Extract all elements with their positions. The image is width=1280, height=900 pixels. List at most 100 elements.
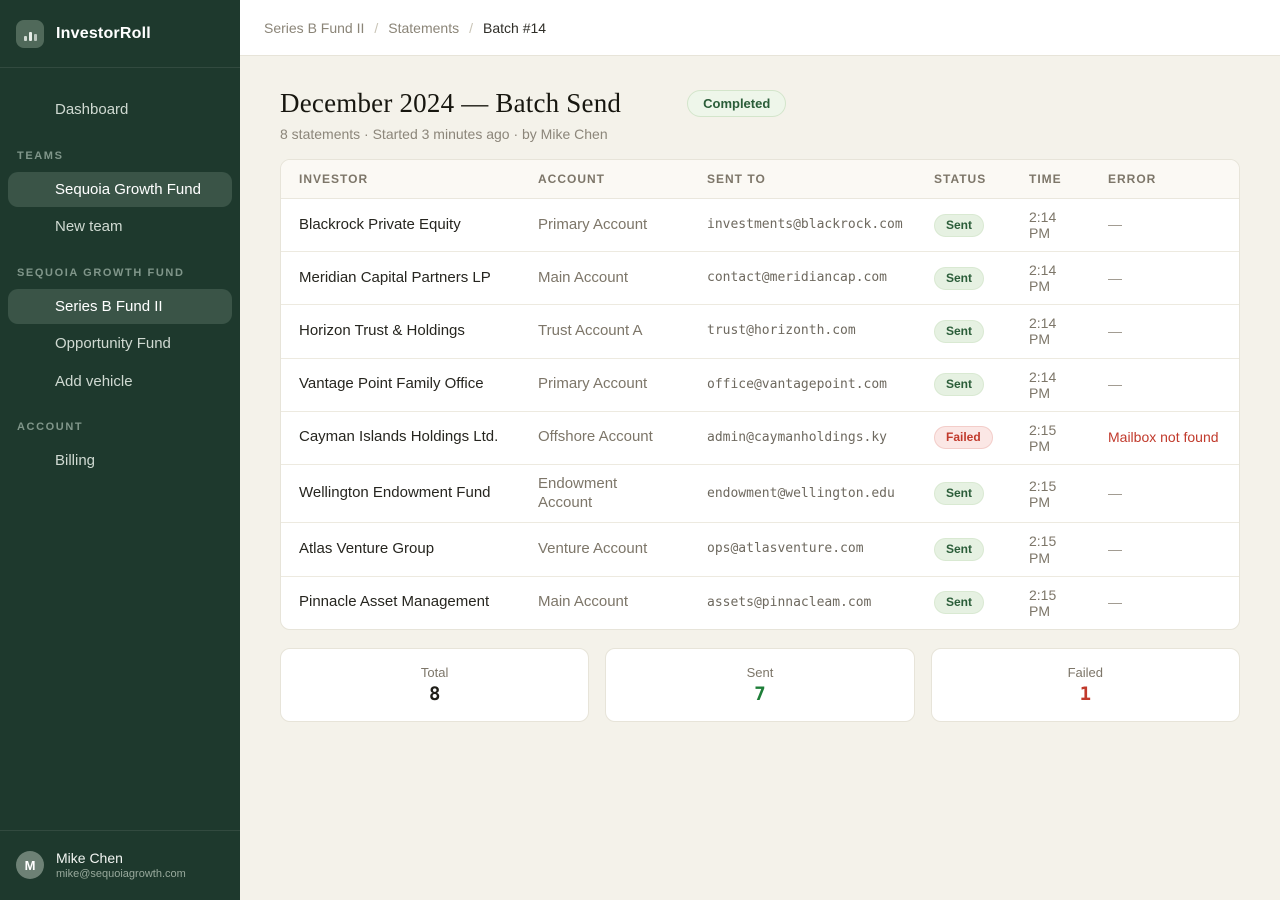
- sidebar-item-label: Billing: [55, 452, 95, 469]
- sidebar-item-series-b-fund-ii[interactable]: Series B Fund II: [8, 289, 232, 325]
- status-badge-failed: Failed: [934, 426, 993, 449]
- cell-error: —: [1108, 576, 1239, 629]
- summary-card-label: Sent: [747, 665, 774, 680]
- column-header-account: ACCOUNT: [538, 160, 707, 199]
- cell-error: —: [1108, 464, 1239, 523]
- cell-investor: Blackrock Private Equity: [281, 199, 538, 252]
- cell-status: Failed: [934, 411, 1029, 464]
- table-row: Vantage Point Family OfficePrimary Accou…: [281, 358, 1239, 411]
- cell-investor: Horizon Trust & Holdings: [281, 305, 538, 358]
- breadcrumb-item-fund[interactable]: Series B Fund II: [264, 20, 364, 36]
- table-row: Meridian Capital Partners LPMain Account…: [281, 252, 1239, 305]
- column-header-status: STATUS: [934, 160, 1029, 199]
- cell-sent-to: ops@atlasventure.com: [707, 523, 934, 576]
- table-body: Blackrock Private EquityPrimary Accounti…: [281, 199, 1239, 629]
- statements-table: INVESTORACCOUNTSENT TOSTATUSTIMEERROR Bl…: [280, 159, 1240, 630]
- app-name: InvestorRoll: [56, 25, 151, 43]
- breadcrumb-separator: /: [374, 20, 378, 36]
- summary-card-value: 8: [429, 683, 440, 705]
- cell-status: Sent: [934, 464, 1029, 523]
- cell-account: Offshore Account: [538, 411, 707, 464]
- sidebar-nav: Dashboard TEAMS Sequoia Growth Fund New tea…: [0, 68, 240, 830]
- sidebar-header: InvestorRoll: [0, 0, 240, 68]
- cell-time: 2:15 PM: [1029, 464, 1108, 523]
- cell-sent-to: admin@caymanholdings.ky: [707, 411, 934, 464]
- cell-time: 2:15 PM: [1029, 411, 1108, 464]
- page-title: December 2024 — Batch Send: [280, 88, 621, 119]
- table-header-row: INVESTORACCOUNTSENT TOSTATUSTIMEERROR: [281, 160, 1239, 199]
- summary-card-value: 7: [754, 683, 765, 705]
- cell-sent-to: contact@meridiancap.com: [707, 252, 934, 305]
- cell-time: 2:14 PM: [1029, 305, 1108, 358]
- sidebar-item-dashboard[interactable]: Dashboard: [8, 92, 232, 128]
- cell-error: —: [1108, 523, 1239, 576]
- sidebar-item-opportunity-fund[interactable]: Opportunity Fund: [8, 326, 232, 362]
- breadcrumb-item-statements[interactable]: Statements: [388, 20, 459, 36]
- status-badge-sent: Sent: [934, 538, 984, 561]
- cell-account: Trust Account A: [538, 305, 707, 358]
- table-row: Atlas Venture GroupVenture Accountops@at…: [281, 523, 1239, 576]
- summary-card-total: Total 8: [280, 648, 589, 722]
- cell-account: Venture Account: [538, 523, 707, 576]
- cell-time: 2:14 PM: [1029, 199, 1108, 252]
- sidebar-item-add-vehicle[interactable]: Add vehicle: [8, 364, 232, 400]
- cell-status: Sent: [934, 523, 1029, 576]
- bar-chart-icon: [16, 20, 44, 48]
- table-row: Wellington Endowment FundEndowment Accou…: [281, 464, 1239, 523]
- status-badge-sent: Sent: [934, 267, 984, 290]
- breadcrumb-item-batch: Batch #14: [483, 20, 546, 36]
- sidebar-item-label: Series B Fund II: [55, 298, 163, 315]
- cell-sent-to: trust@horizonth.com: [707, 305, 934, 358]
- table-row: Pinnacle Asset ManagementMain Accountass…: [281, 576, 1239, 629]
- table-row: Blackrock Private EquityPrimary Accounti…: [281, 199, 1239, 252]
- cell-status: Sent: [934, 305, 1029, 358]
- status-badge-sent: Sent: [934, 591, 984, 614]
- cell-status: Sent: [934, 252, 1029, 305]
- cell-sent-to: assets@pinnacleam.com: [707, 576, 934, 629]
- sidebar-item-billing[interactable]: Billing: [8, 443, 232, 479]
- summary-card-failed: Failed1: [931, 648, 1240, 722]
- page-content: December 2024 — Batch Send Completed 8 s…: [240, 56, 1280, 900]
- cell-error: Mailbox not found: [1108, 411, 1239, 464]
- cell-status: Sent: [934, 576, 1029, 629]
- cell-error: —: [1108, 358, 1239, 411]
- sidebar: InvestorRoll Dashboard TEAMS Sequoia Growt…: [0, 0, 240, 900]
- breadcrumb: Series B Fund II / Statements / Batch #1…: [240, 0, 1280, 56]
- cell-account: Primary Account: [538, 358, 707, 411]
- summary-cards: Total 8 Sent 7 Failed1: [280, 648, 1240, 722]
- status-badge: Completed: [687, 90, 786, 117]
- sidebar-item-new-team[interactable]: New team: [8, 209, 232, 245]
- cell-sent-to: investments@blackrock.com: [707, 199, 934, 252]
- user-name: Mike Chen: [56, 850, 186, 867]
- cell-account: Endowment Account: [538, 464, 707, 523]
- sidebar-item-label: Add vehicle: [55, 373, 133, 390]
- sidebar-item-sequoia-growth-fund[interactable]: Sequoia Growth Fund: [8, 172, 232, 208]
- sidebar-section-label: TEAMS: [0, 130, 240, 170]
- status-badge-sent: Sent: [934, 482, 984, 505]
- sidebar-item-label: Sequoia Growth Fund: [55, 181, 201, 198]
- cell-account: Primary Account: [538, 199, 707, 252]
- cell-investor: Meridian Capital Partners LP: [281, 252, 538, 305]
- table-row: Cayman Islands Holdings Ltd.Offshore Acc…: [281, 411, 1239, 464]
- summary-card-sent: Sent 7: [605, 648, 914, 722]
- cell-sent-to: endowment@wellington.edu: [707, 464, 934, 523]
- cell-time: 2:14 PM: [1029, 252, 1108, 305]
- cell-error: —: [1108, 305, 1239, 358]
- user-email: mike@sequoiagrowth.com: [56, 867, 186, 881]
- cell-time: 2:15 PM: [1029, 576, 1108, 629]
- sidebar-item-label: New team: [55, 218, 123, 235]
- cell-investor: Atlas Venture Group: [281, 523, 538, 576]
- user-area[interactable]: M Mike Chen mike@sequoiagrowth.com: [0, 830, 240, 900]
- summary-card-label: Failed: [1068, 665, 1103, 680]
- cell-investor: Wellington Endowment Fund: [281, 464, 538, 523]
- breadcrumb-separator: /: [469, 20, 473, 36]
- status-badge-sent: Sent: [934, 373, 984, 396]
- cell-status: Sent: [934, 199, 1029, 252]
- summary-card-label: Total: [421, 665, 448, 680]
- cell-account: Main Account: [538, 576, 707, 629]
- sidebar-item-label: Dashboard: [55, 101, 128, 118]
- page-subtitle: 8 statements · Started 3 minutes ago · b…: [280, 126, 1240, 142]
- cell-account: Main Account: [538, 252, 707, 305]
- cell-investor: Pinnacle Asset Management: [281, 576, 538, 629]
- cell-investor: Vantage Point Family Office: [281, 358, 538, 411]
